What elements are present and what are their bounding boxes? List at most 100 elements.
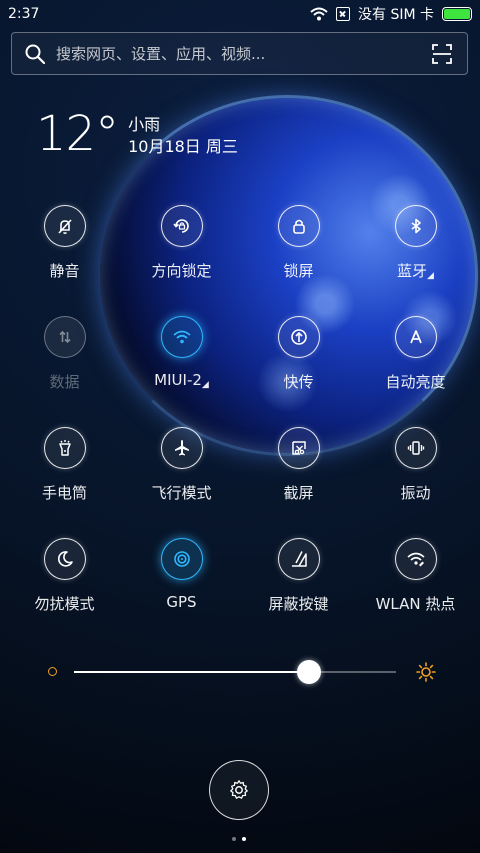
- toggle-bluetooth[interactable]: 蓝牙◢: [357, 205, 474, 281]
- toggle-dnd[interactable]: 勿扰模式: [6, 538, 123, 614]
- battery-fill: [444, 9, 470, 19]
- toggle-label-text: 快传: [283, 373, 314, 391]
- flashlight-toggle-button[interactable]: [43, 427, 86, 469]
- scan-icon[interactable]: [431, 43, 453, 65]
- screenshot-toggle-button[interactable]: [277, 427, 320, 469]
- toggle-label-text: GPS: [166, 593, 197, 611]
- weather-condition: 小雨: [128, 115, 161, 134]
- block-keys-icon: [291, 551, 307, 567]
- airplane-toggle-button[interactable]: [160, 427, 203, 469]
- rotation-toggle-button[interactable]: [160, 205, 203, 247]
- auto-brightness-icon: [409, 330, 422, 344]
- toggle-label: 屏蔽按键: [268, 593, 328, 614]
- expand-corner-icon: ◢: [201, 380, 209, 390]
- toggle-label: 方向锁定: [151, 260, 211, 281]
- battery-icon: [442, 7, 472, 21]
- toggle-label: 手电筒: [42, 482, 87, 503]
- status-time: 2:37: [8, 6, 40, 22]
- toggle-gps[interactable]: GPS: [123, 538, 240, 611]
- screenshot-icon: [291, 441, 306, 455]
- bluetooth-toggle-button[interactable]: [394, 205, 437, 247]
- toggle-flashlight[interactable]: 手电筒: [6, 427, 123, 503]
- moon-icon: [57, 551, 73, 567]
- brightness-slider[interactable]: [44, 660, 436, 684]
- wifi-icon: [310, 7, 328, 21]
- toggle-label: 静音: [49, 260, 79, 281]
- weather-info: 小雨 10月18日 周三: [128, 114, 238, 158]
- data-toggle-button[interactable]: [43, 316, 86, 358]
- bell-off-icon: [57, 219, 72, 234]
- data-icon: [58, 330, 71, 344]
- toggle-label: 勿扰模式: [34, 593, 94, 614]
- toggle-label-text: 蓝牙: [397, 262, 428, 280]
- toggle-airplane[interactable]: 飞行模式: [123, 427, 240, 503]
- toggle-label-text: 振动: [400, 484, 431, 502]
- weather-date: 10月18日 周三: [128, 137, 238, 156]
- toggle-label-text: 数据: [49, 373, 80, 391]
- vibrate-toggle-button[interactable]: [394, 427, 437, 469]
- wifi-toggle-button[interactable]: [160, 316, 203, 358]
- toggle-label: 截屏: [283, 482, 313, 503]
- toggle-vibrate[interactable]: 振动: [357, 427, 474, 503]
- search-bar[interactable]: 搜索网页、设置、应用、视频...: [11, 32, 468, 75]
- toggle-mute[interactable]: 静音: [6, 205, 123, 281]
- toggle-label-text: 屏蔽按键: [268, 595, 329, 613]
- status-bar: 2:37 没有 SIM 卡: [0, 0, 480, 28]
- toggle-lock[interactable]: 锁屏: [240, 205, 357, 281]
- bluetooth-icon: [411, 218, 421, 234]
- toggle-share[interactable]: 快传: [240, 316, 357, 392]
- gear-icon: [230, 780, 248, 799]
- toggle-label-text: 自动亮度: [385, 373, 446, 391]
- temperature: 12°: [36, 106, 119, 162]
- carrier-text: 没有 SIM 卡: [358, 7, 434, 23]
- toggle-screenshot[interactable]: 截屏: [240, 427, 357, 503]
- gps-toggle-button[interactable]: [160, 538, 203, 580]
- toggle-block-keys[interactable]: 屏蔽按键: [240, 538, 357, 614]
- search-icon: [25, 44, 46, 64]
- toggle-wifi[interactable]: MIUI-2◢: [123, 316, 240, 390]
- status-icons: 没有 SIM 卡: [310, 4, 472, 24]
- toggle-label-text: 勿扰模式: [34, 595, 95, 613]
- page-dot: [232, 837, 236, 841]
- toggle-label-text: WLAN 热点: [375, 595, 456, 613]
- search-input[interactable]: 搜索网页、设置、应用、视频...: [56, 43, 431, 64]
- toggle-label-text: 方向锁定: [151, 262, 212, 280]
- brightness-knob[interactable]: [297, 660, 322, 684]
- brightness-track[interactable]: [74, 660, 396, 684]
- toggle-label: 锁屏: [283, 260, 313, 281]
- wifi-icon: [172, 330, 191, 344]
- settings-button[interactable]: [209, 760, 269, 820]
- page-indicator: [232, 837, 246, 841]
- toggle-label: 快传: [283, 371, 313, 392]
- rotation-lock-icon: [172, 219, 189, 233]
- hotspot-toggle-button[interactable]: [394, 538, 437, 580]
- expand-corner-icon: ◢: [427, 271, 434, 281]
- auto-brightness-toggle-button[interactable]: [394, 316, 437, 358]
- dnd-toggle-button[interactable]: [43, 538, 86, 580]
- quick-share-icon: [290, 329, 307, 345]
- weather-widget[interactable]: 12° 小雨 10月18日 周三: [36, 108, 238, 160]
- toggle-label: 自动亮度: [385, 371, 445, 392]
- lock-icon: [292, 219, 305, 234]
- toggle-label-text: MIUI-2: [154, 371, 202, 389]
- gps-icon: [173, 551, 190, 567]
- toggle-label: WLAN 热点: [376, 593, 456, 614]
- no-sim-icon: [336, 7, 350, 21]
- vibrate-icon: [407, 441, 424, 455]
- toggle-label-text: 手电筒: [41, 484, 87, 502]
- toggle-auto-brightness[interactable]: 自动亮度: [357, 316, 474, 392]
- block-keys-toggle-button[interactable]: [277, 538, 320, 580]
- toggle-label-text: 截屏: [283, 484, 314, 502]
- toggle-rotation[interactable]: 方向锁定: [123, 205, 240, 281]
- hotspot-icon: [406, 552, 425, 567]
- mute-toggle-button[interactable]: [43, 205, 86, 247]
- toggle-label-text: 锁屏: [283, 262, 314, 280]
- share-toggle-button[interactable]: [277, 316, 320, 358]
- sun-small-icon: [48, 667, 57, 676]
- toggle-hotspot[interactable]: WLAN 热点: [357, 538, 474, 614]
- toggle-data[interactable]: 数据: [6, 316, 123, 392]
- toggle-label: 蓝牙◢: [397, 260, 434, 281]
- toggle-label: GPS: [166, 593, 196, 611]
- lock-toggle-button[interactable]: [277, 205, 320, 247]
- page-dot: [242, 837, 246, 841]
